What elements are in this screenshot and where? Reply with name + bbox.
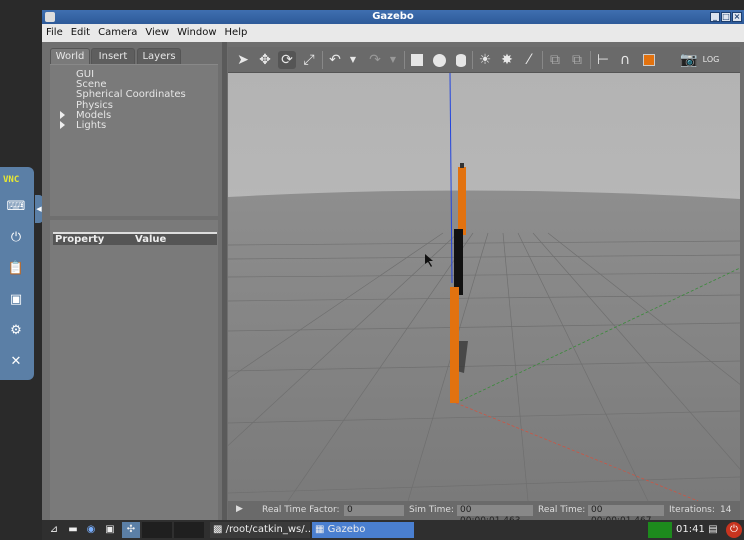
toolbar-separator bbox=[472, 51, 473, 69]
title-bar[interactable]: Gazebo _ □ × bbox=[42, 10, 744, 24]
tree-item-spherical-coordinates[interactable]: Spherical Coordinates bbox=[76, 90, 186, 100]
panel-splitter[interactable] bbox=[222, 42, 227, 520]
vnc-logo: VNC bbox=[3, 175, 20, 185]
settings-gear-icon[interactable]: ⚙ bbox=[5, 320, 27, 342]
maximize-icon[interactable]: □ bbox=[721, 12, 731, 22]
tab-insert[interactable]: Insert bbox=[91, 48, 135, 65]
cpu-monitor bbox=[648, 522, 672, 538]
align-icon[interactable]: ⊢ bbox=[594, 51, 612, 69]
tab-world[interactable]: World bbox=[50, 48, 90, 65]
shutdown-icon[interactable]: ⏻ bbox=[726, 522, 742, 538]
toolbar-separator bbox=[542, 51, 543, 69]
3d-viewport[interactable] bbox=[228, 73, 740, 501]
task-terminal[interactable]: ▩ /root/catkin_ws/... bbox=[210, 522, 310, 538]
rotate-icon[interactable]: ⟳ bbox=[278, 51, 296, 69]
spot-light-icon[interactable]: ✸ bbox=[498, 51, 516, 69]
file-manager-icon[interactable]: ▣ bbox=[102, 522, 118, 538]
workspace-1[interactable]: ✣ bbox=[122, 522, 140, 538]
start-menu-icon[interactable]: ⊿ bbox=[46, 522, 62, 538]
toolbar-separator bbox=[590, 51, 591, 69]
select-arrow-icon[interactable]: ➤ bbox=[234, 51, 252, 69]
disconnect-icon[interactable]: ✕ bbox=[5, 351, 27, 373]
real-time-factor-value: 0 bbox=[344, 505, 404, 516]
scene-panel: ➤ ✥ ⟳ ⤢ ↶ ▼ ↷ ▼ ☀ ✸ ⁄ ⧉ ⧉ ⊢ ∩ 📷 LOG ▶ Re… bbox=[228, 47, 740, 526]
property-panel: Property Value bbox=[50, 220, 218, 520]
close-icon[interactable]: × bbox=[732, 12, 742, 22]
tab-layers[interactable]: Layers bbox=[137, 48, 181, 65]
property-column-header: Property bbox=[55, 234, 105, 245]
copy-icon[interactable]: ⧉ bbox=[546, 51, 564, 69]
taskbar: ⊿ ▬ ◉ ▣ ✣ ▩ /root/catkin_ws/... ▦ Gazebo… bbox=[42, 520, 744, 540]
scale-icon[interactable]: ⤢ bbox=[300, 51, 318, 69]
vnc-side-panel: VNC ⌨ ⏻ 📋 ▣ ⚙ ✕ bbox=[0, 167, 34, 380]
translate-icon[interactable]: ✥ bbox=[256, 51, 274, 69]
task-terminal-label: /root/catkin_ws/... bbox=[225, 524, 310, 535]
menu-camera[interactable]: Camera bbox=[94, 24, 141, 42]
left-panel: World Insert Layers GUI Scene Spherical … bbox=[42, 42, 222, 520]
log-icon[interactable]: LOG bbox=[702, 51, 720, 69]
gazebo-app-icon bbox=[45, 12, 55, 22]
real-time-value: 00 00:00:01.467 bbox=[588, 505, 664, 526]
expand-models-icon[interactable] bbox=[60, 111, 65, 119]
undo-icon[interactable]: ↶ bbox=[326, 51, 344, 69]
point-light-icon[interactable]: ☀ bbox=[476, 51, 494, 69]
sim-time-label: Sim Time: bbox=[409, 505, 454, 515]
sphere-icon[interactable] bbox=[430, 51, 448, 69]
screenshot-icon[interactable]: 📷 bbox=[680, 51, 698, 69]
cylinder-icon[interactable] bbox=[452, 51, 470, 69]
clipboard-icon[interactable]: 📋 bbox=[5, 258, 27, 280]
browser-icon[interactable]: ◉ bbox=[84, 522, 98, 538]
task-gazebo[interactable]: ▦ Gazebo bbox=[312, 522, 414, 538]
toolbar-separator bbox=[404, 51, 405, 69]
clock[interactable]: 01:41 bbox=[676, 522, 705, 538]
iterations-label: Iterations: bbox=[669, 505, 715, 515]
menu-bar: File Edit Camera View Window Help bbox=[42, 24, 744, 42]
menu-window[interactable]: Window bbox=[173, 24, 220, 42]
menu-help[interactable]: Help bbox=[221, 24, 252, 42]
value-column-header: Value bbox=[135, 234, 167, 245]
scene-toolbar: ➤ ✥ ⟳ ⤢ ↶ ▼ ↷ ▼ ☀ ✸ ⁄ ⧉ ⧉ ⊢ ∩ 📷 LOG bbox=[228, 47, 740, 73]
workspace-3[interactable] bbox=[174, 522, 204, 538]
play-pause-icon[interactable]: ▶ bbox=[236, 504, 243, 514]
view-angle-icon[interactable] bbox=[640, 51, 658, 69]
fullscreen-icon[interactable]: ▣ bbox=[5, 289, 27, 311]
terminal-icon: ▩ bbox=[213, 524, 226, 535]
network-icon[interactable]: ▤ bbox=[706, 522, 720, 538]
menu-view[interactable]: View bbox=[141, 24, 173, 42]
menu-file[interactable]: File bbox=[42, 24, 67, 42]
show-desktop-icon[interactable]: ▬ bbox=[66, 522, 80, 538]
real-time-factor-label: Real Time Factor: bbox=[262, 505, 340, 515]
gazebo-task-icon: ▦ bbox=[315, 524, 328, 535]
property-header: Property Value bbox=[53, 232, 217, 245]
redo-dropdown-icon[interactable]: ▼ bbox=[384, 51, 402, 69]
gazebo-window: Gazebo _ □ × File Edit Camera View Window Hel… bbox=[42, 10, 744, 526]
snap-icon[interactable]: ∩ bbox=[616, 51, 634, 69]
simulation-status-bar: ▶ Real Time Factor: 0 Sim Time: 00 00:00… bbox=[228, 501, 740, 526]
menu-edit[interactable]: Edit bbox=[67, 24, 94, 42]
keyboard-icon[interactable]: ⌨ bbox=[5, 196, 27, 218]
toolbar-separator bbox=[322, 51, 323, 69]
sim-time-value: 00 00:00:01.463 bbox=[457, 505, 533, 526]
real-time-label: Real Time: bbox=[538, 505, 586, 515]
power-icon[interactable]: ⏻ bbox=[5, 227, 27, 249]
minimize-icon[interactable]: _ bbox=[710, 12, 720, 22]
world-tree: GUI Scene Spherical Coordinates Physics … bbox=[50, 64, 218, 216]
scene-render bbox=[228, 73, 740, 501]
expand-lights-icon[interactable] bbox=[60, 121, 65, 129]
redo-icon[interactable]: ↷ bbox=[366, 51, 384, 69]
undo-dropdown-icon[interactable]: ▼ bbox=[344, 51, 362, 69]
iterations-value: 14 bbox=[720, 505, 732, 515]
box-icon[interactable] bbox=[408, 51, 426, 69]
window-title: Gazebo bbox=[372, 11, 414, 22]
task-gazebo-label: Gazebo bbox=[327, 524, 366, 535]
tree-item-lights[interactable]: Lights bbox=[76, 121, 106, 131]
workspace-2[interactable] bbox=[142, 522, 172, 538]
paste-icon[interactable]: ⧉ bbox=[568, 51, 586, 69]
directional-light-icon[interactable]: ⁄ bbox=[520, 51, 538, 69]
